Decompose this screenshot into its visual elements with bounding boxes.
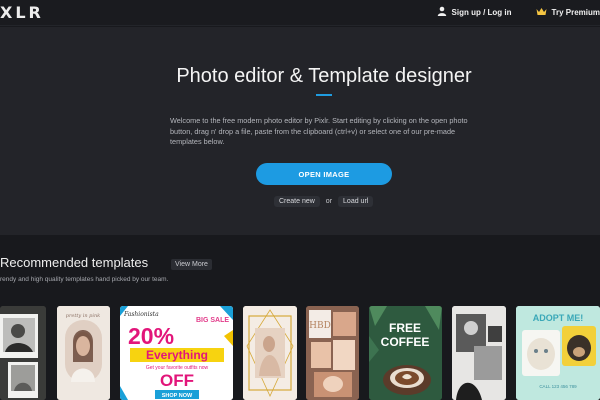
template-card-free-coffee[interactable]: FREE COFFEE [369,306,442,400]
pixlr-logo[interactable]: XLR [0,3,44,22]
adopt-me-artwork: ADOPT ME! CALL 123 456 789 [516,306,600,400]
signin-button[interactable]: Sign up / Log in [437,6,512,18]
gold-frame-artwork [243,306,297,400]
try-premium-button[interactable]: Try Premium [536,7,600,18]
template-card-beauty-portrait[interactable]: pretty in pink [57,306,110,400]
everything-banner: Everything [146,348,208,362]
template-card-big-sale[interactable]: Fashionista BIG SALE 20% Everything Get … [120,306,233,400]
brand-text: Fashionista [123,311,159,318]
template-card-brown-collage[interactable]: HBD [306,306,359,400]
template-card-photo-collage[interactable] [0,306,46,400]
hero-section: Photo editor & Template designer Welcome… [0,27,600,235]
try-premium-label: Try Premium [551,7,600,17]
title-underline [316,94,332,96]
bw-collage-artwork [452,306,506,400]
coffee-artwork: FREE COFFEE [369,306,442,400]
free-text: FREE [389,321,421,335]
page-title: Photo editor & Template designer [176,65,472,87]
big-sale-artwork: Fashionista BIG SALE 20% Everything Get … [120,306,233,400]
adopt-footer-text: CALL 123 456 789 [539,384,577,389]
template-card-gold-frame[interactable] [243,306,297,400]
portrait-script-text: pretty in pink [66,313,100,319]
percent-text: 20% [128,323,174,349]
view-more-button[interactable]: View More [171,259,212,270]
open-image-button[interactable]: OPEN IMAGE [256,163,392,185]
signin-label: Sign up / Log in [451,7,512,17]
crown-icon [536,7,547,18]
off-text: OFF [160,371,194,390]
or-separator: or [325,198,333,205]
hbd-text: HBD [309,321,331,331]
account-actions: Sign up / Log in Try Premium [437,6,600,18]
user-icon [437,6,447,18]
create-new-button[interactable]: Create new [274,196,320,207]
collage-artwork [0,306,46,400]
recommended-templates-heading: Recommended templates [0,255,149,270]
load-url-button[interactable]: Load url [338,196,374,207]
template-card-bw-collage[interactable] [452,306,506,400]
top-navigation-bar: XLR Sign up / Log in Try Premium [0,0,600,26]
big-sale-tag: BIG SALE [196,317,229,324]
brown-collage-artwork: HBD [306,306,359,400]
coffee-text: COFFEE [381,335,430,349]
template-card-adopt-me[interactable]: ADOPT ME! CALL 123 456 789 [516,306,600,400]
portrait-artwork: pretty in pink [57,306,110,400]
secondary-actions: Create new or Load url [274,196,374,207]
shop-now-text: SHOP NOW [162,393,193,399]
recommended-templates-subtitle: rendy and high quality templates hand pi… [0,276,169,283]
adopt-me-text: ADOPT ME! [533,313,584,323]
hero-description: Welcome to the free modern photo editor … [170,116,468,146]
